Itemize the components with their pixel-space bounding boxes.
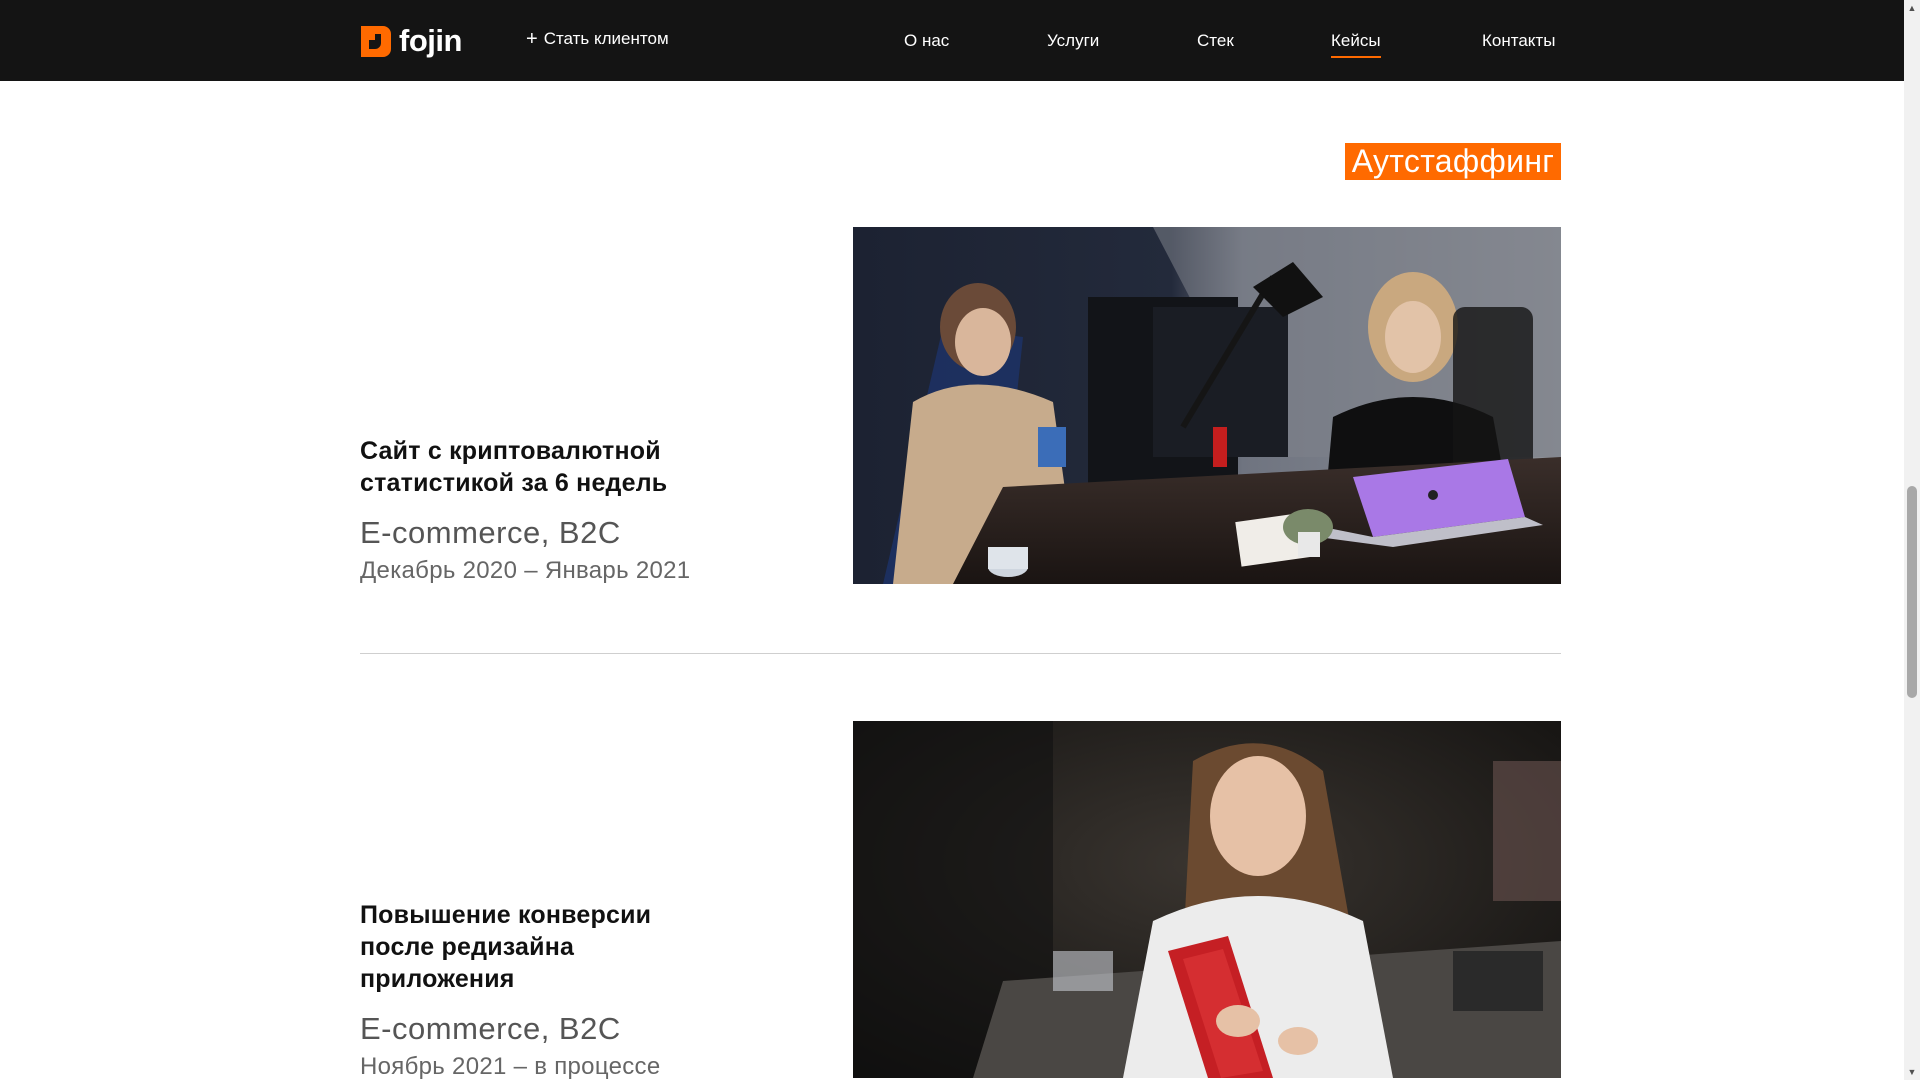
become-client-link[interactable]: + Стать клиентом — [526, 29, 669, 49]
case-title-line: приложения — [360, 965, 515, 993]
case-text: Повышение конверсии после редизайна прил… — [360, 899, 760, 1080]
scrollbar-thumb[interactable] — [1907, 486, 1917, 698]
case-title[interactable]: Повышение конверсии после редизайна прил… — [360, 899, 760, 995]
nav-item-about[interactable]: О нас — [904, 31, 949, 51]
become-client-label: Стать клиентом — [543, 29, 669, 48]
case-divider — [360, 653, 1561, 654]
case-title-line: после редизайна — [360, 933, 575, 961]
case-category: E-commerce, B2C — [360, 1011, 621, 1046]
case-image[interactable] — [853, 227, 1561, 584]
case-title-line: статистикой за 6 недель — [360, 469, 668, 497]
section-tag-outstaffing: Аутстаффинг — [1345, 143, 1561, 180]
nav-item-services[interactable]: Услуги — [1047, 31, 1099, 51]
site-header: fojin + Стать клиентом О нас Услуги Стек… — [0, 0, 1904, 81]
case-dates: Ноябрь 2021 – в процессе — [360, 1053, 661, 1080]
logo-link[interactable]: fojin — [361, 23, 462, 58]
woman-with-laptop-photo — [853, 721, 1561, 1078]
nav-item-contacts[interactable]: Контакты — [1482, 31, 1555, 51]
logo-text: fojin — [399, 23, 462, 58]
case-card[interactable]: Сайт с криптовалютной статистикой за 6 н… — [360, 227, 1561, 584]
case-dates: Декабрь 2020 – Январь 2021 — [360, 557, 691, 584]
page: fojin + Стать клиентом О нас Услуги Стек… — [0, 0, 1904, 1080]
fojin-logo-icon — [361, 25, 391, 57]
case-category: E-commerce, B2C — [360, 515, 621, 550]
plus-icon: + — [526, 28, 538, 50]
developers-at-desk-photo — [853, 227, 1561, 584]
nav-item-cases[interactable]: Кейсы — [1331, 31, 1381, 58]
page-scrollbar[interactable]: ▲ ▼ — [1904, 0, 1920, 1080]
case-title-line: Сайт с криптовалютной — [360, 437, 661, 465]
case-text: Сайт с криптовалютной статистикой за 6 н… — [360, 435, 760, 585]
case-image[interactable] — [853, 721, 1561, 1078]
scroll-down-arrow-icon[interactable]: ▼ — [1904, 1064, 1920, 1080]
case-title[interactable]: Сайт с криптовалютной статистикой за 6 н… — [360, 435, 760, 499]
scroll-up-arrow-icon[interactable]: ▲ — [1904, 0, 1920, 16]
nav-item-stack[interactable]: Стек — [1197, 31, 1234, 51]
case-title-line: Повышение конверсии — [360, 901, 652, 929]
case-card[interactable]: Повышение конверсии после редизайна прил… — [360, 721, 1561, 1080]
